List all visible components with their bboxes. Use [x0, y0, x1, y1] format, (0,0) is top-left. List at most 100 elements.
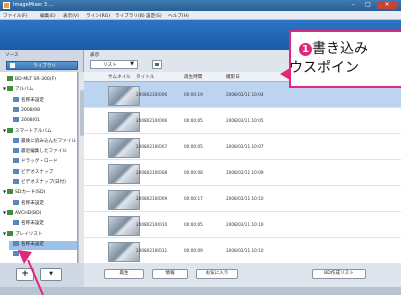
- column-duration[interactable]: 再生時間: [184, 74, 202, 80]
- close-button[interactable]: ✕: [377, 1, 397, 9]
- library-button-label: ライブラリ: [33, 64, 56, 69]
- tree-item-label: BD-MLT SR-300(F): [15, 77, 57, 82]
- table-row[interactable]: 20080210IO09 00:00:17 2008/02/11 10:10: [84, 186, 401, 212]
- clip-duration: 00:00:17: [184, 196, 203, 201]
- tree-item[interactable]: 最近編集したファイル: [9, 148, 77, 157]
- menu-bar: ファイル(F) 編集(E) 表示(V) ライン(RG) ライブラリ(B) 設定(…: [0, 11, 401, 20]
- menu-library[interactable]: ライブラリ(B): [115, 13, 145, 19]
- tree-item[interactable]: [9, 251, 77, 260]
- tree-item[interactable]: ビデオスナップ: [9, 168, 77, 178]
- view-select[interactable]: リスト ▼: [90, 60, 138, 69]
- callout-text-2: ウスポイン: [289, 60, 359, 76]
- folder-icon: [7, 127, 13, 133]
- add-button[interactable]: +: [16, 268, 34, 281]
- column-thumbnail[interactable]: サムネイル: [108, 74, 131, 80]
- clip-title: 20080210IO10: [136, 222, 168, 227]
- clip-date: 2008/02/11 10:05: [226, 118, 264, 123]
- tree-item[interactable]: ▼ アルバム: [3, 86, 77, 95]
- clip-date: 2008/02/11 10:09: [226, 170, 264, 175]
- table-row[interactable]: 20080210IO11 00:00:09 2008/02/11 10:10: [84, 238, 401, 263]
- album-icon: [13, 158, 19, 164]
- tree-item-label: 2008/08: [21, 107, 41, 113]
- clip-duration: 00:00:08: [184, 170, 203, 175]
- library-button[interactable]: ライブラリ: [6, 61, 78, 70]
- tree-item[interactable]: 最後に読み込んだファイル: [9, 137, 77, 147]
- menu-dropdown-button[interactable]: ▼: [40, 268, 62, 281]
- callout-number: 1: [299, 43, 312, 56]
- clip-date: 2008/02/11 10:10: [226, 196, 264, 201]
- clip-duration: 00:00:05: [184, 118, 203, 123]
- album-icon: [13, 96, 19, 102]
- clip-duration: 00:00:09: [184, 248, 203, 253]
- library-icon: [10, 63, 15, 68]
- album-icon: [13, 199, 19, 205]
- column-date[interactable]: 撮影日: [226, 74, 240, 80]
- tree-item[interactable]: ▼ プレイリスト: [3, 230, 77, 240]
- tree-item-label: 名称未設定: [21, 200, 44, 206]
- tree-item[interactable]: ▼ スマートアルバム: [3, 127, 77, 137]
- tree-item[interactable]: ▼ SDカード(SD): [3, 189, 77, 198]
- table-row[interactable]: 20080210IO08 00:00:08 2008/02/11 10:09: [84, 160, 401, 186]
- thumbnail-view-button[interactable]: [152, 60, 162, 69]
- tree-item-label: アルバム: [15, 87, 34, 93]
- folder-icon: [7, 189, 13, 195]
- tree-item[interactable]: ▼ AVCHD(BD): [3, 209, 77, 219]
- tree-item[interactable]: ドラッグ・ロード: [9, 158, 77, 167]
- table-row[interactable]: 20080210IO06 00:00:05 2008/02/11 10:05: [84, 108, 401, 134]
- menu-line[interactable]: ライン(RG): [86, 13, 110, 19]
- album-icon: [13, 179, 19, 184]
- tree-item[interactable]: 名称未設定: [9, 199, 77, 209]
- album-icon: [13, 168, 19, 174]
- clip-date: 2008/02/11 10:07: [226, 144, 264, 149]
- clip-title: 20080210IO09: [136, 196, 168, 201]
- tree-item[interactable]: BD-MLT SR-300(F): [3, 76, 77, 85]
- status-bar: [0, 287, 401, 295]
- display-label: 表示: [90, 53, 100, 58]
- clip-title: 20080210IO11: [136, 248, 168, 253]
- album-icon: [13, 220, 19, 226]
- menu-file[interactable]: ファイル(F): [3, 13, 28, 19]
- tree-item[interactable]: 名称未設定: [9, 220, 77, 229]
- folder-icon: [7, 86, 13, 92]
- album-icon: [13, 117, 19, 123]
- tree-item-label: 名称未設定: [21, 97, 44, 103]
- play-button[interactable]: 再生: [104, 269, 144, 279]
- callout-line-2: ウスポイン: [289, 57, 359, 77]
- tree-item-label: ビデオスナップ(日付): [21, 180, 66, 185]
- callout-line-1: 1 書き込み: [299, 38, 368, 58]
- column-title[interactable]: タイトル: [136, 74, 154, 80]
- maximize-button[interactable]: □: [361, 1, 375, 9]
- clip-title: 20080210IO08: [136, 170, 168, 175]
- info-button[interactable]: 情報: [152, 269, 188, 279]
- source-tree: BD-MLT SR-300(F) ▼ アルバム名称未設定 2008/08 2008/01…: [0, 72, 78, 263]
- source-label: ソース: [5, 53, 19, 58]
- clip-date: 2008/02/11 10:10: [226, 248, 264, 253]
- table-row[interactable]: 20080210IO10 00:00:05 2008/02/11 10:10: [84, 212, 401, 238]
- tree-item-label: ビデオスナップ: [21, 169, 54, 175]
- menu-settings[interactable]: 設定(S): [146, 13, 162, 19]
- tree-item[interactable]: 名称未設定: [9, 96, 77, 106]
- source-panel-footer: + ▼: [0, 263, 84, 287]
- menu-edit[interactable]: 編集(E): [40, 13, 56, 19]
- tree-item[interactable]: 2008/01: [9, 117, 77, 126]
- table-row[interactable]: 20080210IO07 00:00:05 2008/02/11 10:07: [84, 134, 401, 160]
- album-icon: [13, 240, 19, 246]
- tree-item[interactable]: 名称未設定: [9, 240, 77, 250]
- callout-text-1: 書き込み: [312, 41, 368, 57]
- tree-item[interactable]: ビデオスナップ(日付): [9, 179, 77, 188]
- tree-item[interactable]: 2008/08: [9, 106, 77, 116]
- favorite-button[interactable]: お気に入り: [196, 269, 238, 279]
- window-title: ImageMixer 3 ...: [13, 2, 54, 8]
- menu-help[interactable]: ヘルプ(H): [168, 13, 189, 19]
- clip-duration: 00:00:05: [184, 144, 203, 149]
- clip-duration: 00:00:19: [184, 92, 203, 97]
- tree-item-label: プレイリスト: [15, 231, 43, 237]
- tree-item-label: 最後に読み込んだファイル: [21, 138, 77, 144]
- clip-date: 2008/02/11 10:04: [226, 92, 264, 97]
- callout-pointer: [280, 68, 290, 80]
- menu-view[interactable]: 表示(V): [63, 13, 79, 19]
- view-select-value: リスト: [103, 63, 117, 68]
- chevron-down-icon: ▼: [130, 61, 134, 67]
- bd-list-button[interactable]: BD作成リスト: [312, 269, 366, 279]
- minimize-button[interactable]: –: [346, 1, 360, 9]
